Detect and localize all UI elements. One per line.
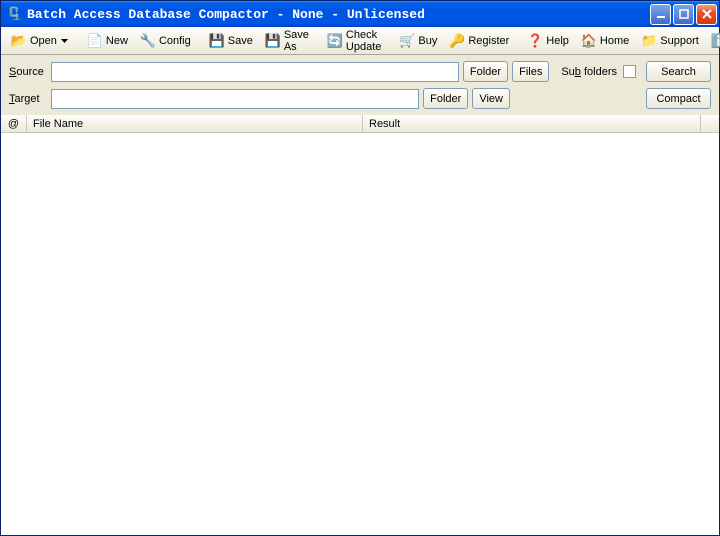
table-header: @ File Name Result bbox=[1, 115, 719, 133]
buy-button[interactable]: 🛒 Buy bbox=[393, 30, 443, 52]
target-input[interactable] bbox=[51, 89, 419, 109]
source-folder-button[interactable]: Folder bbox=[463, 61, 508, 82]
info-icon: ℹ️ bbox=[711, 33, 720, 49]
support-icon: 📁 bbox=[641, 33, 657, 49]
source-row: Source Folder Files Sub folders Search bbox=[9, 61, 711, 82]
target-label: Target bbox=[9, 93, 47, 105]
help-button[interactable]: ❓ Help bbox=[521, 30, 575, 52]
new-file-icon: 📄 bbox=[87, 33, 103, 49]
target-row: Target Folder View Compact bbox=[9, 88, 711, 109]
close-button[interactable] bbox=[696, 4, 717, 25]
col-result[interactable]: Result bbox=[363, 115, 701, 132]
source-files-button[interactable]: Files bbox=[512, 61, 549, 82]
app-icon: 🗜️ bbox=[7, 6, 23, 22]
toolbar: 📂 Open 📄 New 🔧 Config 💾 Save 💾 Save As 🔄 bbox=[1, 27, 719, 55]
subfolders-checkbox[interactable] bbox=[623, 65, 636, 78]
home-button[interactable]: 🏠 Home bbox=[575, 30, 635, 52]
about-button[interactable]: ℹ️ About bbox=[705, 30, 720, 52]
compact-button[interactable]: Compact bbox=[646, 88, 711, 109]
search-button[interactable]: Search bbox=[646, 61, 711, 82]
save-icon: 💾 bbox=[209, 33, 225, 49]
save-button[interactable]: 💾 Save bbox=[203, 30, 259, 52]
source-label: Source bbox=[9, 66, 47, 78]
config-button[interactable]: 🔧 Config bbox=[134, 30, 197, 52]
col-filename[interactable]: File Name bbox=[27, 115, 363, 132]
new-button[interactable]: 📄 New bbox=[81, 30, 134, 52]
gear-icon: 🔧 bbox=[140, 33, 156, 49]
register-icon: 🔑 bbox=[449, 33, 465, 49]
open-button[interactable]: 📂 Open bbox=[5, 30, 75, 52]
titlebar: 🗜️ Batch Access Database Compactor - Non… bbox=[1, 1, 719, 27]
subfolders-label: Sub folders bbox=[561, 66, 617, 78]
support-button[interactable]: 📁 Support bbox=[635, 30, 705, 52]
update-icon: 🔄 bbox=[327, 33, 343, 49]
chevron-down-icon[interactable] bbox=[60, 39, 69, 43]
app-window: 🗜️ Batch Access Database Compactor - Non… bbox=[0, 0, 720, 536]
saveas-button[interactable]: 💾 Save As bbox=[259, 26, 315, 56]
minimize-button[interactable] bbox=[650, 4, 671, 25]
form-area: Source Folder Files Sub folders Search T… bbox=[1, 55, 719, 115]
table-body bbox=[1, 133, 719, 535]
check-update-button[interactable]: 🔄 Check Update bbox=[321, 26, 387, 56]
col-at[interactable]: @ bbox=[1, 115, 27, 132]
help-icon: ❓ bbox=[527, 33, 543, 49]
home-icon: 🏠 bbox=[581, 33, 597, 49]
col-spacer bbox=[701, 115, 719, 132]
cart-icon: 🛒 bbox=[399, 33, 415, 49]
maximize-button[interactable] bbox=[673, 4, 694, 25]
target-folder-button[interactable]: Folder bbox=[423, 88, 468, 109]
window-controls bbox=[650, 4, 717, 25]
window-title: Batch Access Database Compactor - None -… bbox=[27, 7, 650, 22]
folder-open-icon: 📂 bbox=[11, 33, 27, 49]
saveas-icon: 💾 bbox=[265, 33, 281, 49]
register-button[interactable]: 🔑 Register bbox=[443, 30, 515, 52]
target-view-button[interactable]: View bbox=[472, 88, 510, 109]
source-input[interactable] bbox=[51, 62, 459, 82]
